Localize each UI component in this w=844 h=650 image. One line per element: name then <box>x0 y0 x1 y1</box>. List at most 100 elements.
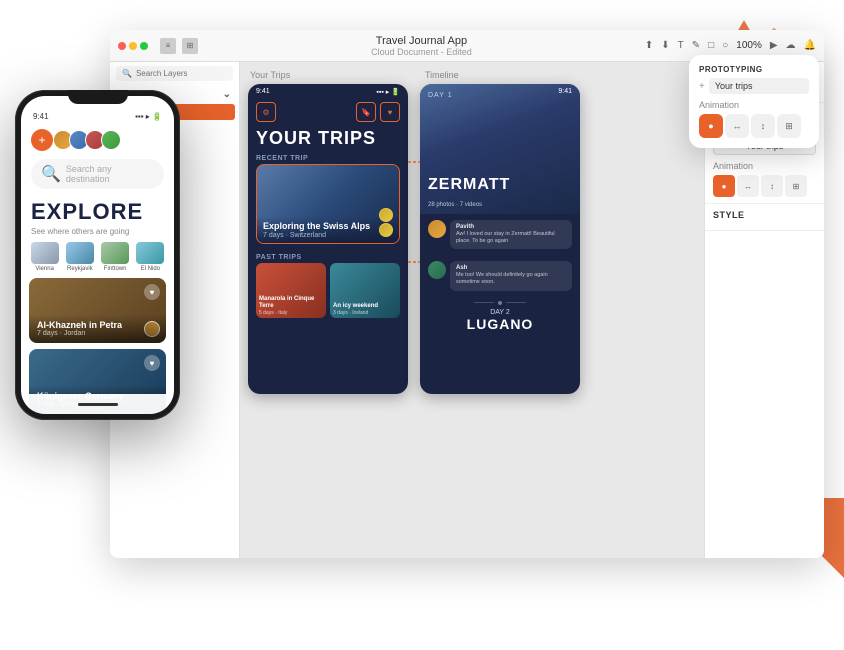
popup-title: PROTOTYPING <box>699 65 809 74</box>
maximize-button[interactable] <box>140 42 148 50</box>
trips-settings-icon[interactable]: ⚙ <box>256 102 276 122</box>
bell-icon[interactable]: 🔔 <box>804 40 816 51</box>
timeline-time: 9:41 <box>558 88 572 95</box>
coin-1 <box>379 208 393 222</box>
divider-dot <box>498 301 502 305</box>
search-layers-icon: 🔍 <box>122 69 132 78</box>
divider-line-left <box>474 302 494 303</box>
phone-mockup: 9:41 ▪▪▪ ▸ 🔋 + 🔍 Search any destination … <box>15 90 175 650</box>
toolbar-icon-2[interactable]: ⬇ <box>661 40 669 51</box>
commenter-name-1: Pavith <box>456 224 566 230</box>
zoom-level: 100% <box>736 40 762 51</box>
phone-screen: 9:41 ▪▪▪ ▸ 🔋 + 🔍 Search any destination … <box>21 96 174 414</box>
anim-btn-4[interactable]: ⊞ <box>785 175 807 197</box>
destinations-grid: Vienna Reykjavik Finttown El Nido <box>21 242 174 278</box>
trips-status-bar: 9:41 ▪▪▪ ▸ 🔋 <box>248 84 408 98</box>
featured-card-1[interactable]: ♥ Al-Khazneh in Petra 7 days · Jordan <box>29 278 166 343</box>
dest-reykjavik[interactable]: Reykjavik <box>64 242 95 272</box>
past-trips-grid: Manarola in Cinque Terre 5 days · Italy … <box>248 263 408 318</box>
layers-search-input[interactable] <box>136 69 206 78</box>
dest-elnido-img <box>136 242 164 264</box>
your-trips-label: Your Trips <box>250 70 290 80</box>
trips-title: YOUR TRIPS <box>248 126 408 151</box>
coin-2 <box>379 223 393 237</box>
search-icon: 🔍 <box>41 164 61 184</box>
recent-trip-meta: 7 days · Switzerland <box>263 232 393 239</box>
main-canvas: Your Trips Timeline 9:41 ▪▪▪ ▸ 🔋 ⚙ 🔖 ♥ <box>240 62 704 558</box>
phone-time: 9:41 <box>33 112 49 121</box>
past-trip-card-2[interactable]: An icy weekend 3 days · Iceland <box>330 263 400 318</box>
timeline-status-bar: 9:41 <box>558 88 572 95</box>
explore-title: EXPLORE <box>21 193 174 227</box>
pages-expand-icon[interactable]: ⌄ <box>223 89 231 100</box>
layers-search[interactable]: 🔍 <box>116 66 233 81</box>
dest-reykjavik-img <box>66 242 94 264</box>
comment-bubble-1: Pavith Aw! I loved our stay in Zermatt! … <box>450 220 572 249</box>
toolbar-icon-6[interactable]: ○ <box>722 40 728 51</box>
toolbar-icon-3[interactable]: T <box>678 40 684 51</box>
featured-meta-1: 7 days · Jordan <box>37 330 158 337</box>
trips-time: 9:41 <box>256 88 270 96</box>
trips-signal: ▪▪▪ ▸ 🔋 <box>376 88 400 96</box>
past-trips-label: PAST TRIPS <box>248 250 408 263</box>
document-title: Travel Journal App Cloud Document - Edit… <box>202 35 641 57</box>
close-button[interactable] <box>118 42 126 50</box>
heart-icon-2: ♥ <box>144 355 160 371</box>
timeline-city2: LUGANO <box>420 316 580 332</box>
popup-anim-btn-4[interactable]: ⊞ <box>777 114 801 138</box>
popup-target-value[interactable]: Your trips <box>709 78 809 94</box>
phone-add-button[interactable]: + <box>31 129 53 151</box>
animation-buttons: ● ↔ ↕ ⊞ <box>713 175 816 197</box>
dest-vienna[interactable]: Vienna <box>29 242 60 272</box>
toolbar-icon-4[interactable]: ✎ <box>692 40 700 51</box>
trips-header: ⚙ 🔖 ♥ <box>248 98 408 126</box>
phone-avatars <box>57 130 121 150</box>
style-title: STYLE <box>713 210 816 220</box>
trips-bookmark-icon[interactable]: 🔖 <box>356 102 376 122</box>
search-placeholder: Search any destination <box>66 164 154 184</box>
phone-search-bar[interactable]: 🔍 Search any destination <box>31 159 164 189</box>
components-icon[interactable]: ⊞ <box>182 38 198 54</box>
popup-bubble: PROTOTYPING + Your trips Animation ● ↔ ↕… <box>689 55 819 148</box>
subtitle-text: Cloud Document - Edited <box>202 47 641 57</box>
home-indicator <box>78 403 118 406</box>
window-controls <box>118 42 148 50</box>
popup-anim-btn-2[interactable]: ↔ <box>725 114 749 138</box>
avatar-4 <box>101 130 121 150</box>
anim-btn-1[interactable]: ● <box>713 175 735 197</box>
past-trip-name-2: An icy weekend <box>333 303 397 310</box>
explore-subtitle: See where others are going <box>21 227 174 242</box>
trips-header-right-icons: 🔖 ♥ <box>356 102 400 122</box>
play-icon[interactable]: ▶ <box>770 40 778 51</box>
phone-signal: ▪▪▪ ▸ 🔋 <box>135 112 162 121</box>
anim-btn-2[interactable]: ↔ <box>737 175 759 197</box>
heart-icon-1: ♥ <box>144 284 160 300</box>
popup-animation-label: Animation <box>699 100 809 110</box>
dest-reykjavik-label: Reykjavik <box>67 266 93 272</box>
popup-anim-btn-1[interactable]: ● <box>699 114 723 138</box>
timeline-day1-label: DAY 1 <box>428 92 453 99</box>
toolbar-icon-1[interactable]: ⬆ <box>645 40 653 51</box>
toolbar-icon-5[interactable]: □ <box>708 40 714 51</box>
recent-trip-card[interactable]: Exploring the Swiss Alps 7 days · Switze… <box>256 164 400 244</box>
popup-plus-icon[interactable]: + <box>699 81 705 92</box>
trips-heart-icon[interactable]: ♥ <box>380 102 400 122</box>
dest-vienna-img <box>31 242 59 264</box>
past-trip-card-1[interactable]: Manarola in Cinque Terre 5 days · Italy <box>256 263 326 318</box>
comment-text-2: Me too! We should definitely go again so… <box>456 272 566 286</box>
minimize-button[interactable] <box>129 42 137 50</box>
layers-icon[interactable]: ≡ <box>160 38 176 54</box>
dest-finttown[interactable]: Finttown <box>100 242 131 272</box>
coin-stack <box>379 208 393 237</box>
popup-anim-btn-3[interactable]: ↕ <box>751 114 775 138</box>
timeline-day2-label: DAY 2 <box>420 309 580 316</box>
past-trip-meta-2: 3 days · Iceland <box>333 310 397 316</box>
timeline-label: Timeline <box>425 70 459 80</box>
timeline-screen: 9:41 DAY 1 ZERMATT 28 photos · 7 videos … <box>420 84 580 394</box>
anim-btn-3[interactable]: ↕ <box>761 175 783 197</box>
featured-name-1: Al-Khazneh in Petra <box>37 320 158 330</box>
commenter-avatar-1 <box>428 220 446 238</box>
recent-trip-name: Exploring the Swiss Alps <box>263 221 393 232</box>
dest-elnido[interactable]: El Nido <box>135 242 166 272</box>
phone-top-bar: + <box>21 125 174 155</box>
